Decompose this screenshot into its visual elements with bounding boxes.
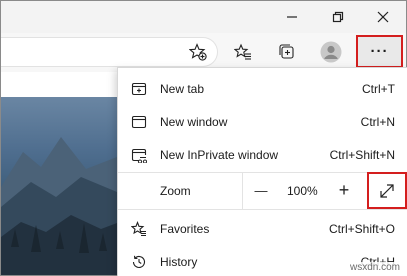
zoom-value: 100% [287,184,318,198]
more-label: ··· [370,43,389,60]
favorites-button[interactable] [228,37,258,67]
menu-item-shortcut: Ctrl+N [360,114,395,129]
new-window-icon [130,113,148,131]
mountain-image [1,137,117,275]
collections-icon [279,44,294,59]
new-tab-icon [130,80,148,98]
menu-item-shortcut: Ctrl+Shift+N [329,147,395,162]
fullscreen-button[interactable] [367,172,407,209]
inprivate-icon [130,146,148,164]
menu-item-favorites[interactable]: Favorites Ctrl+Shift+O [118,212,407,245]
menu-item-shortcut: Ctrl+T [362,81,395,96]
restore-icon [332,11,344,23]
background-photo [1,97,117,275]
menu-item-label: New InPrivate window [160,147,279,162]
collections-button[interactable] [272,37,302,67]
add-favorite-button[interactable] [183,37,213,67]
profile-button[interactable] [316,37,346,67]
watermark: wsxdn.com [347,262,402,273]
zoom-label: Zoom [160,184,191,198]
zoom-in-button[interactable]: + [331,177,357,203]
menu-item-label: New tab [160,81,205,96]
menu-item-label: Favorites [160,221,210,236]
close-button[interactable] [360,1,406,33]
settings-menu: New tab Ctrl+T New window Ctrl+N New InP… [117,67,407,276]
history-icon [130,253,148,271]
menu-item-new-window[interactable]: New window Ctrl+N [118,105,407,138]
menu-item-label: New window [160,114,228,129]
restore-button[interactable] [315,1,361,33]
zoom-out-button[interactable]: — [248,177,274,203]
menu-item-label: History [160,254,198,269]
settings-and-more-button[interactable]: ··· [356,35,403,68]
profile-icon [320,41,342,63]
menu-item-new-tab[interactable]: New tab Ctrl+T [118,72,407,105]
zoom-control: — 100% + [242,172,367,209]
favorites-icon [234,43,251,60]
favorites-star-icon [130,220,148,238]
menu-item-shortcut: Ctrl+Shift+O [328,221,395,236]
title-bar [1,1,406,33]
zoom-out-icon: — [254,182,268,198]
zoom-in-icon: + [338,180,350,200]
zoom-row: Zoom — 100% + [118,172,407,209]
close-icon [377,11,389,23]
fullscreen-icon [380,183,394,198]
star-plus-icon [189,43,207,61]
minimize-button[interactable] [269,1,315,33]
minimize-icon [287,16,297,18]
menu-separator [118,209,407,210]
menu-item-new-inprivate-window[interactable]: New InPrivate window Ctrl+Shift+N [118,138,407,171]
